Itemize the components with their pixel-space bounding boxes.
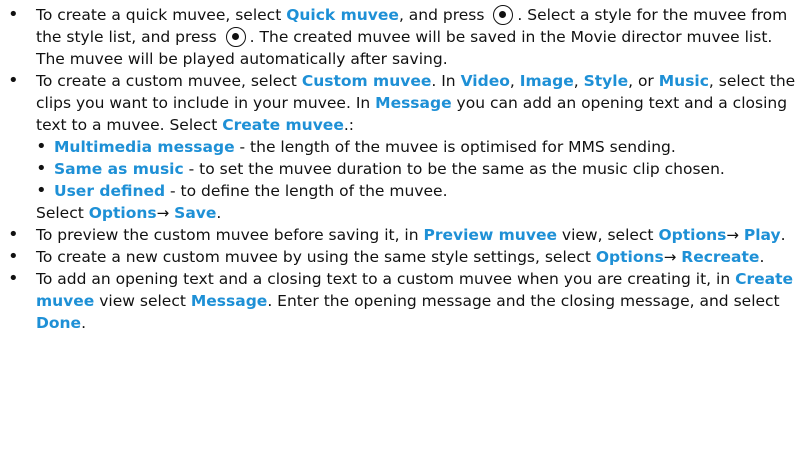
menu-term: Message (190, 292, 268, 310)
bullet: • (8, 4, 19, 25)
document-body: • To create a quick muvee, select Quick … (0, 0, 804, 334)
list-item-text: To create a custom muvee, select Custom … (36, 70, 798, 224)
menu-term: Preview muvee (423, 226, 557, 244)
list-item: • To preview the custom muvee before sav… (6, 224, 798, 246)
menu-term: Image (519, 72, 574, 90)
list-item: • To add an opening text and a closing t… (6, 268, 798, 334)
list-item-text: To create a new custom muvee by using th… (36, 248, 765, 266)
menu-term: Music (658, 72, 709, 90)
list-item: • To create a quick muvee, select Quick … (6, 4, 798, 70)
bullet: • (8, 224, 19, 245)
list-item-text: To add an opening text and a closing tex… (36, 270, 793, 332)
list-item-text: To preview the custom muvee before savin… (36, 226, 786, 244)
menu-term: Done (36, 314, 82, 332)
arrow-right-icon: → (156, 204, 170, 222)
arrow-right-icon: → (663, 248, 677, 266)
arrow-right-icon: → (726, 226, 739, 244)
menu-term: Style (583, 72, 629, 90)
final-instruction: Select Options→ Save. (36, 204, 222, 222)
menu-term: Create muvee (222, 116, 344, 134)
menu-term: Recreate (681, 248, 760, 266)
menu-term: Options (658, 226, 727, 244)
bullet: • (36, 136, 47, 157)
menu-term: User defined (54, 182, 166, 200)
menu-term: Quick muvee (286, 6, 399, 24)
sub-list-item: • Multimedia message - the length of the… (36, 136, 676, 157)
menu-term: Video (460, 72, 510, 90)
bullet: • (8, 246, 19, 267)
menu-term: Options (88, 204, 157, 222)
bullet: • (8, 70, 19, 91)
menu-term: Custom muvee (301, 72, 432, 90)
menu-term: Same as music (54, 160, 184, 178)
bullet: • (36, 158, 47, 179)
select-key-icon (225, 26, 246, 47)
menu-term: Multimedia message (54, 138, 235, 156)
bullet: • (8, 268, 19, 289)
menu-term: Options (595, 248, 664, 266)
sub-list-item: • Same as music - to set the muvee durat… (36, 158, 725, 179)
select-key-icon (493, 4, 514, 25)
menu-term: Message (375, 94, 452, 112)
list-item-text: To create a quick muvee, select Quick mu… (36, 4, 788, 68)
list-item: • To create a custom muvee, select Custo… (6, 70, 798, 224)
menu-term: Save (174, 204, 217, 222)
bullet: • (36, 180, 47, 201)
sub-list-item: • User defined - to define the length of… (36, 180, 448, 201)
list-item: • To create a new custom muvee by using … (6, 246, 798, 268)
menu-term: Play (743, 226, 781, 244)
